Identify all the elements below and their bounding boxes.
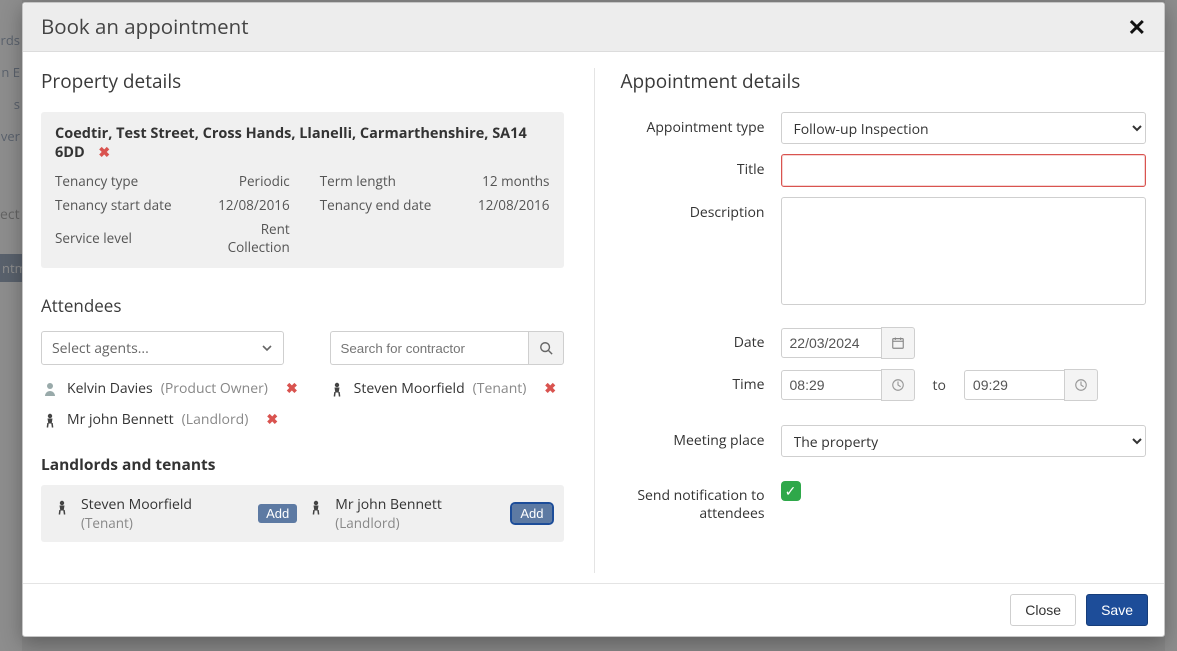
attendees-heading: Attendees (41, 294, 564, 317)
property-column: Property details Coedtir, Test Street, C… (41, 68, 594, 573)
person-icon (41, 380, 59, 398)
modal-footer: Close Save (23, 583, 1164, 636)
property-address: Coedtir, Test Street, Cross Hands, Llane… (55, 124, 527, 162)
landlords-tenants-box: Steven Moorfield (Tenant) Add Mr john Be… (41, 485, 564, 542)
time-from-input[interactable] (781, 370, 881, 400)
add-attendee-button[interactable]: Add (512, 504, 551, 523)
contractor-search-input[interactable] (330, 331, 528, 365)
title-label: Title (621, 154, 781, 179)
clock-icon[interactable] (881, 369, 915, 401)
attendee-name: Kelvin Davies (67, 379, 153, 398)
time-label: Time (621, 369, 781, 394)
person-icon (307, 498, 325, 516)
attendee-item: Kelvin Davies (Product Owner) ✖ (41, 379, 298, 398)
modal-title: Book an appointment (41, 13, 249, 41)
list-item: Steven Moorfield (Tenant) Add (53, 495, 297, 532)
lt-name: Mr john Bennett (335, 495, 502, 514)
attendee-item: Steven Moorfield (Tenant) ✖ (328, 379, 556, 398)
notify-checkbox[interactable]: ✓ (781, 481, 801, 501)
term-length-label: Term length (320, 172, 432, 190)
close-button[interactable]: Close (1010, 594, 1076, 626)
time-to-input[interactable] (964, 370, 1064, 400)
select-agents-placeholder: Select agents... (52, 339, 149, 358)
meeting-place-label: Meeting place (621, 425, 781, 450)
meeting-place-select[interactable]: The property (781, 425, 1147, 457)
check-icon: ✓ (785, 482, 797, 501)
property-details-heading: Property details (41, 68, 564, 94)
remove-property-icon[interactable]: ✖ (98, 143, 110, 162)
save-button[interactable]: Save (1086, 594, 1148, 626)
service-level-label: Service level (55, 229, 172, 247)
remove-attendee-icon[interactable]: ✖ (266, 410, 278, 429)
description-textarea[interactable] (781, 197, 1147, 305)
search-icon (539, 341, 553, 355)
select-agents-dropdown[interactable]: Select agents... (41, 331, 284, 365)
appointment-details-heading: Appointment details (621, 68, 1147, 94)
close-icon[interactable]: ✕ (1128, 16, 1146, 38)
date-label: Date (621, 327, 781, 352)
title-input[interactable] (781, 154, 1147, 187)
person-icon (53, 498, 71, 516)
date-input[interactable] (781, 328, 881, 358)
calendar-icon[interactable] (881, 327, 915, 359)
notify-label: Send notification to attendees (621, 481, 781, 523)
landlords-tenants-heading: Landlords and tenants (41, 453, 564, 475)
lt-name: Steven Moorfield (81, 495, 248, 514)
property-fields-grid: Tenancy type Periodic Term length 12 mon… (55, 172, 550, 256)
time-to-text: to (927, 376, 952, 395)
list-item: Mr john Bennett (Landlord) Add (307, 495, 551, 532)
book-appointment-modal: Book an appointment ✕ Property details C… (22, 2, 1165, 637)
tenancy-type-label: Tenancy type (55, 172, 172, 190)
remove-attendee-icon[interactable]: ✖ (286, 379, 298, 398)
remove-attendee-icon[interactable]: ✖ (544, 379, 556, 398)
person-icon (328, 380, 346, 398)
property-box: Coedtir, Test Street, Cross Hands, Llane… (41, 112, 564, 268)
lt-role: (Landlord) (335, 514, 502, 532)
lt-role: (Tenant) (81, 514, 248, 532)
attendee-name: Mr john Bennett (67, 410, 174, 429)
person-icon (41, 411, 59, 429)
appointment-type-select[interactable]: Follow-up Inspection (781, 112, 1147, 144)
attendee-item: Mr john Bennett (Landlord) ✖ (41, 410, 278, 429)
tenancy-end-label: Tenancy end date (320, 196, 432, 214)
attendee-role: (Tenant) (473, 379, 527, 398)
modal-header: Book an appointment ✕ (23, 3, 1164, 52)
chevron-down-icon (261, 342, 273, 354)
attendee-role: (Product Owner) (161, 379, 268, 398)
modal-body: Property details Coedtir, Test Street, C… (23, 52, 1164, 583)
term-length-value: 12 months (461, 172, 549, 190)
service-level-value: Rent Collection (202, 220, 290, 256)
add-attendee-button[interactable]: Add (258, 504, 297, 523)
appointment-type-label: Appointment type (621, 112, 781, 137)
attendee-role: (Landlord) (182, 410, 249, 429)
attendee-name: Steven Moorfield (354, 379, 465, 398)
tenancy-end-value: 12/08/2016 (461, 196, 549, 214)
tenancy-start-value: 12/08/2016 (202, 196, 290, 214)
contractor-search-button[interactable] (528, 331, 564, 365)
tenancy-start-label: Tenancy start date (55, 196, 172, 214)
appointment-column: Appointment details Appointment type Fol… (594, 68, 1147, 573)
tenancy-type-value: Periodic (202, 172, 290, 190)
description-label: Description (621, 197, 781, 222)
clock-icon[interactable] (1064, 369, 1098, 401)
